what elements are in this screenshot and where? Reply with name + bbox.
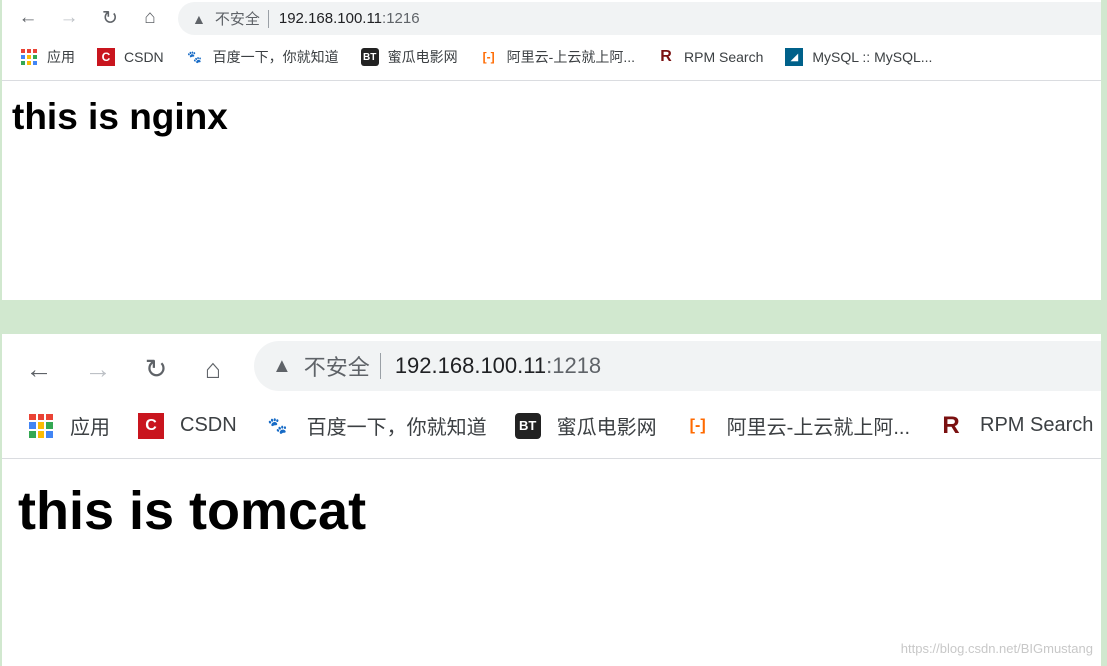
bookmark-label: 蜜瓜电影网 <box>387 49 458 65</box>
bookmark-label: 蜜瓜电影网 <box>556 417 657 439</box>
aliyun-icon: [-] <box>689 416 706 434</box>
aliyun-icon: [-] <box>482 50 495 64</box>
bookmark-baidu[interactable]: 🐾 百度一下，你就知道 <box>265 411 487 440</box>
bookmarks-bar: 应用 C CSDN 🐾 百度一下，你就知道 BT 蜜瓜电影网 [-] 阿里云-上云就上阿… <box>28 411 1101 440</box>
bookmark-apps[interactable]: 应用 <box>20 47 75 67</box>
bookmark-rpm[interactable]: R RPM Search <box>938 411 1094 439</box>
bookmark-migua[interactable]: BT 蜜瓜电影网 <box>514 411 657 440</box>
browser-window-nginx: ← → ↻ ⌂ ▲ 不安全 192.168.100.11:1216 应用 C CS… <box>2 0 1101 300</box>
security-label: 不安全 <box>303 355 370 380</box>
csdn-icon: C <box>97 48 115 66</box>
bookmark-label: 阿里云-上云就上阿... <box>726 417 911 439</box>
bookmark-label: RPM Search <box>684 49 764 65</box>
bookmark-mysql[interactable]: ◢ MySQL :: MySQL... <box>785 48 932 66</box>
forward-icon[interactable]: → <box>81 352 115 386</box>
address-bar[interactable]: ▲ 不安全 192.168.100.11:1218 <box>254 341 1101 391</box>
bookmark-apps[interactable]: 应用 <box>28 411 110 440</box>
divider <box>379 353 381 379</box>
bt-icon: BT <box>514 412 541 439</box>
bookmark-aliyun[interactable]: [-] 阿里云-上云就上阿... <box>685 411 910 440</box>
mysql-icon: ◢ <box>785 48 804 66</box>
url-host: 192.168.100.11 <box>394 353 547 378</box>
browser-window-tomcat: ← → ↻ ⌂ ▲ 不安全 192.168.100.11:1218 应用 C CS… <box>2 334 1101 666</box>
bookmark-label: 百度一下，你就知道 <box>212 49 339 65</box>
bookmark-label: CSDN <box>124 49 164 65</box>
home-icon[interactable]: ⌂ <box>138 6 162 30</box>
bookmark-label: 百度一下，你就知道 <box>306 417 487 439</box>
back-icon[interactable]: ← <box>22 352 56 386</box>
back-icon[interactable]: ← <box>16 6 40 30</box>
rpm-icon: R <box>942 411 960 439</box>
address-bar[interactable]: ▲ 不安全 192.168.100.11:1216 <box>178 2 1101 35</box>
home-icon[interactable]: ⌂ <box>196 352 230 386</box>
csdn-icon: C <box>138 412 164 439</box>
baidu-paw-icon: 🐾 <box>187 50 203 64</box>
bookmark-aliyun[interactable]: [-] 阿里云-上云就上阿... <box>480 47 635 67</box>
apps-grid-icon <box>28 413 54 439</box>
bookmark-label: RPM Search <box>980 414 1094 436</box>
warning-icon: ▲ <box>192 10 206 27</box>
bookmark-migua[interactable]: BT 蜜瓜电影网 <box>360 47 458 67</box>
watermark: https://blog.csdn.net/BIGmustang <box>900 641 1093 656</box>
bookmarks-bar: 应用 C CSDN 🐾 百度一下，你就知道 BT 蜜瓜电影网 [-] 阿里云-上云就上阿… <box>20 47 954 67</box>
bookmark-baidu[interactable]: 🐾 百度一下，你就知道 <box>186 47 339 67</box>
security-label: 不安全 <box>214 11 260 28</box>
baidu-paw-icon: 🐾 <box>267 417 288 435</box>
bt-icon: BT <box>360 48 379 66</box>
reload-icon[interactable]: ↻ <box>98 6 122 30</box>
forward-icon[interactable]: → <box>57 6 81 30</box>
page-heading: this is tomcat <box>18 481 367 541</box>
bookmark-label: MySQL :: MySQL... <box>812 49 933 65</box>
bookmark-csdn[interactable]: C CSDN <box>138 412 237 439</box>
apps-grid-icon <box>20 48 38 66</box>
warning-icon: ▲ <box>272 354 292 377</box>
toolbar-divider <box>2 80 1101 81</box>
bookmark-label: 应用 <box>70 417 110 439</box>
rpm-icon: R <box>660 48 672 65</box>
page-heading: this is nginx <box>12 96 228 137</box>
divider <box>267 9 269 28</box>
bookmark-label: CSDN <box>180 414 237 436</box>
bookmark-rpm[interactable]: R RPM Search <box>657 48 763 66</box>
url-host: 192.168.100.11 <box>278 10 383 27</box>
toolbar-divider <box>2 458 1101 459</box>
url-port: :1218 <box>546 353 602 378</box>
url-port: :1216 <box>382 10 420 27</box>
bookmark-label: 应用 <box>47 49 75 65</box>
reload-icon[interactable]: ↻ <box>139 352 173 386</box>
bookmark-label: 阿里云-上云就上阿... <box>506 49 636 65</box>
bookmark-csdn[interactable]: C CSDN <box>97 48 164 66</box>
